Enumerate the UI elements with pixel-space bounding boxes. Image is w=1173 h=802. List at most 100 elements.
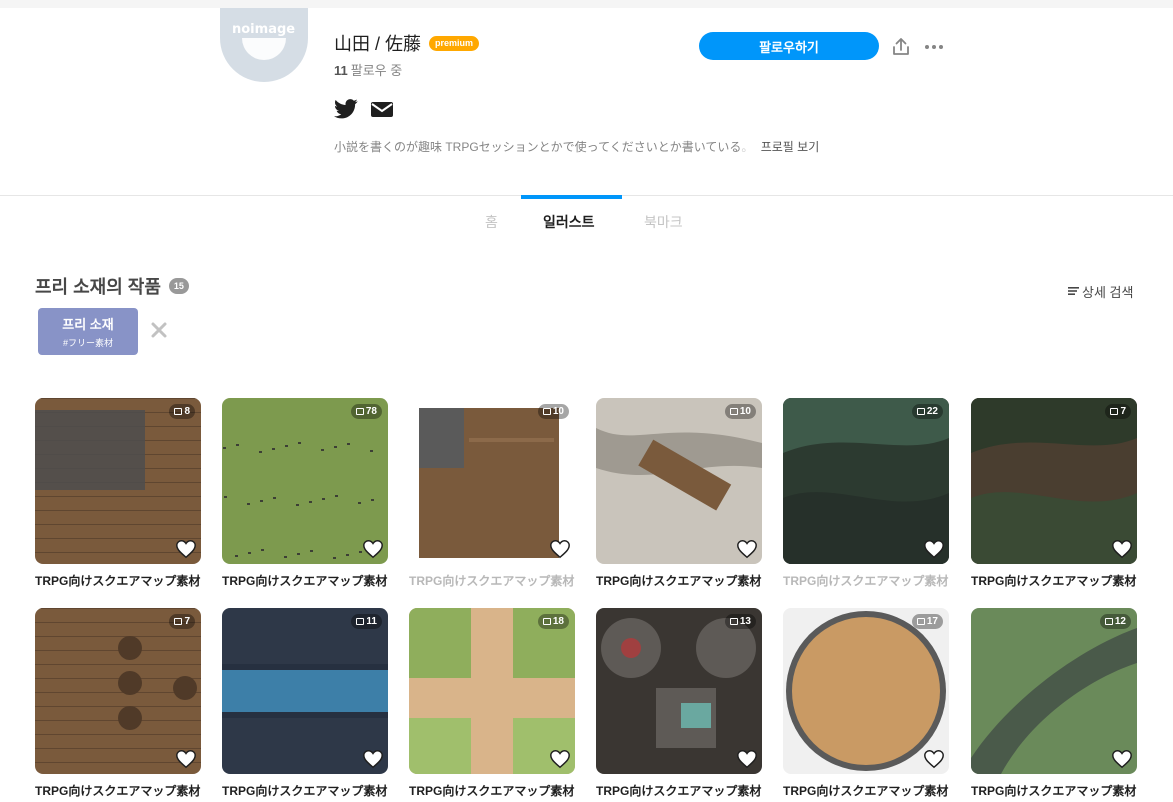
tab-bookmarks[interactable]: 북마크 — [644, 212, 683, 232]
heart-icon[interactable] — [175, 748, 197, 770]
artwork-card[interactable]: 10 TRPG向けスクエアマップ素材 — [409, 398, 575, 589]
page-count: 10 — [739, 406, 751, 417]
active-tab-indicator — [521, 195, 622, 199]
artwork-title[interactable]: TRPG向けスクエアマップ素材 — [409, 782, 575, 799]
page-count-badge: 13 — [724, 614, 756, 629]
tag-chip[interactable]: 프리 소재 #フリー素材 — [38, 308, 138, 355]
pages-icon — [1110, 408, 1119, 415]
artwork-title[interactable]: TRPG向けスクエアマップ素材 — [596, 572, 762, 589]
page-count: 11 — [366, 616, 377, 627]
page-count-badge: 22 — [911, 404, 943, 419]
tag-chip-subtag: #フリー素材 — [62, 338, 113, 348]
pages-icon — [356, 618, 365, 625]
artwork-card[interactable]: 78 TRPG向けスクエアマップ素材 — [222, 398, 388, 589]
heart-icon[interactable] — [549, 538, 571, 560]
view-profile-link[interactable]: 프로필 보기 — [761, 140, 820, 154]
artwork-thumbnail[interactable]: 10 — [409, 398, 575, 564]
artwork-card[interactable]: 7 TRPG向けスクエアマップ素材 — [35, 608, 201, 799]
social-links — [334, 98, 394, 120]
follow-button[interactable]: 팔로우하기 — [699, 32, 879, 60]
artwork-card[interactable]: 13 TRPG向けスクエアマップ素材 — [596, 608, 762, 799]
heart-icon[interactable] — [923, 538, 945, 560]
artwork-card[interactable]: 10 TRPG向けスクエアマップ素材 — [596, 398, 762, 589]
artwork-card[interactable]: 11 TRPG向けスクエアマップ素材 — [222, 608, 388, 799]
page-count: 18 — [552, 616, 564, 627]
section-title: 프리 소재의 작품 15 — [35, 273, 189, 299]
page-count: 78 — [365, 406, 377, 417]
page-count-badge: 18 — [537, 614, 569, 629]
page-count-badge: 12 — [1099, 614, 1131, 629]
artwork-thumbnail[interactable]: 18 — [409, 608, 575, 774]
page-count: 8 — [184, 406, 190, 417]
heart-icon[interactable] — [923, 748, 945, 770]
artwork-title[interactable]: TRPG向けスクエアマップ素材 — [35, 572, 201, 589]
artwork-card[interactable]: 18 TRPG向けスクエアマップ素材 — [409, 608, 575, 799]
clear-tag-icon[interactable] — [150, 321, 168, 339]
heart-icon[interactable] — [362, 748, 384, 770]
profile-name-text: 山田 / 佐藤 — [334, 34, 422, 54]
pages-icon — [542, 408, 551, 415]
avatar-placeholder-text: noimage — [232, 22, 296, 37]
bio-fade: 。 — [741, 140, 754, 154]
artwork-thumbnail[interactable]: 10 — [596, 398, 762, 564]
following-label: 팔로우 중 — [350, 63, 403, 78]
avatar[interactable]: noimage — [220, 8, 308, 82]
detail-search-button[interactable]: 상세 검색 — [1068, 282, 1133, 301]
more-options-icon[interactable] — [924, 36, 944, 58]
bio-text: 小説を書くのが趣味 TRPGセッションとかで使ってくださいとか書いている — [334, 140, 742, 154]
artwork-title[interactable]: TRPG向けスクエアマップ素材 — [971, 782, 1137, 799]
page-count: 22 — [926, 406, 938, 417]
artwork-title[interactable]: TRPG向けスクエアマップ素材 — [783, 572, 949, 589]
tab-illustrations[interactable]: 일러스트 — [543, 212, 595, 232]
page-count-badge: 7 — [1105, 404, 1131, 419]
page-count-badge: 78 — [350, 404, 382, 419]
filter-lines-icon — [1068, 284, 1079, 299]
page-count: 13 — [739, 616, 751, 627]
heart-icon[interactable] — [1111, 748, 1133, 770]
artwork-title[interactable]: TRPG向けスクエアマップ素材 — [35, 782, 201, 799]
artwork-thumbnail[interactable]: 12 — [971, 608, 1137, 774]
following-info[interactable]: 11 팔로우 중 — [334, 60, 402, 79]
heart-icon[interactable] — [175, 538, 197, 560]
artwork-thumbnail[interactable]: 11 — [222, 608, 388, 774]
twitter-icon[interactable] — [334, 98, 358, 120]
artwork-title[interactable]: TRPG向けスクエアマップ素材 — [971, 572, 1137, 589]
heart-icon[interactable] — [1111, 538, 1133, 560]
pages-icon — [542, 618, 551, 625]
artwork-thumbnail[interactable]: 7 — [35, 608, 201, 774]
tab-home[interactable]: 홈 — [485, 212, 498, 232]
heart-icon[interactable] — [736, 538, 758, 560]
premium-badge: premium — [429, 35, 480, 51]
artwork-card[interactable]: 12 TRPG向けスクエアマップ素材 — [971, 608, 1137, 799]
artwork-card[interactable]: 17 TRPG向けスクエアマップ素材 — [783, 608, 949, 799]
heart-icon[interactable] — [362, 538, 384, 560]
artwork-thumbnail[interactable]: 13 — [596, 608, 762, 774]
pages-icon — [916, 618, 925, 625]
pages-icon — [174, 408, 183, 415]
pages-icon — [355, 408, 364, 415]
heart-icon[interactable] — [549, 748, 571, 770]
artwork-thumbnail[interactable]: 22 — [783, 398, 949, 564]
page-count-badge: 10 — [537, 404, 569, 419]
mail-icon[interactable] — [370, 98, 394, 120]
artwork-card[interactable]: 8 TRPG向けスクエアマップ素材 — [35, 398, 201, 589]
artwork-card[interactable]: 22 TRPG向けスクエアマップ素材 — [783, 398, 949, 589]
artwork-title[interactable]: TRPG向けスクエアマップ素材 — [783, 782, 949, 799]
share-icon[interactable] — [890, 36, 912, 58]
page-count-badge: 17 — [911, 614, 943, 629]
profile-header: noimage 山田 / 佐藤 premium 11 팔로우 중 小説を書くのが趣… — [0, 8, 1173, 196]
page-count: 17 — [926, 616, 938, 627]
work-count-badge: 15 — [168, 278, 189, 294]
artwork-title[interactable]: TRPG向けスクエアマップ素材 — [409, 572, 575, 589]
artwork-card[interactable]: 7 TRPG向けスクエアマップ素材 — [971, 398, 1137, 589]
heart-icon[interactable] — [736, 748, 758, 770]
artwork-thumbnail[interactable]: 8 — [35, 398, 201, 564]
pages-icon — [916, 408, 925, 415]
page-count: 10 — [552, 406, 564, 417]
artwork-thumbnail[interactable]: 78 — [222, 398, 388, 564]
artwork-thumbnail[interactable]: 17 — [783, 608, 949, 774]
artwork-title[interactable]: TRPG向けスクエアマップ素材 — [596, 782, 762, 799]
artwork-thumbnail[interactable]: 7 — [971, 398, 1137, 564]
artwork-title[interactable]: TRPG向けスクエアマップ素材 — [222, 782, 388, 799]
artwork-title[interactable]: TRPG向けスクエアマップ素材 — [222, 572, 388, 589]
